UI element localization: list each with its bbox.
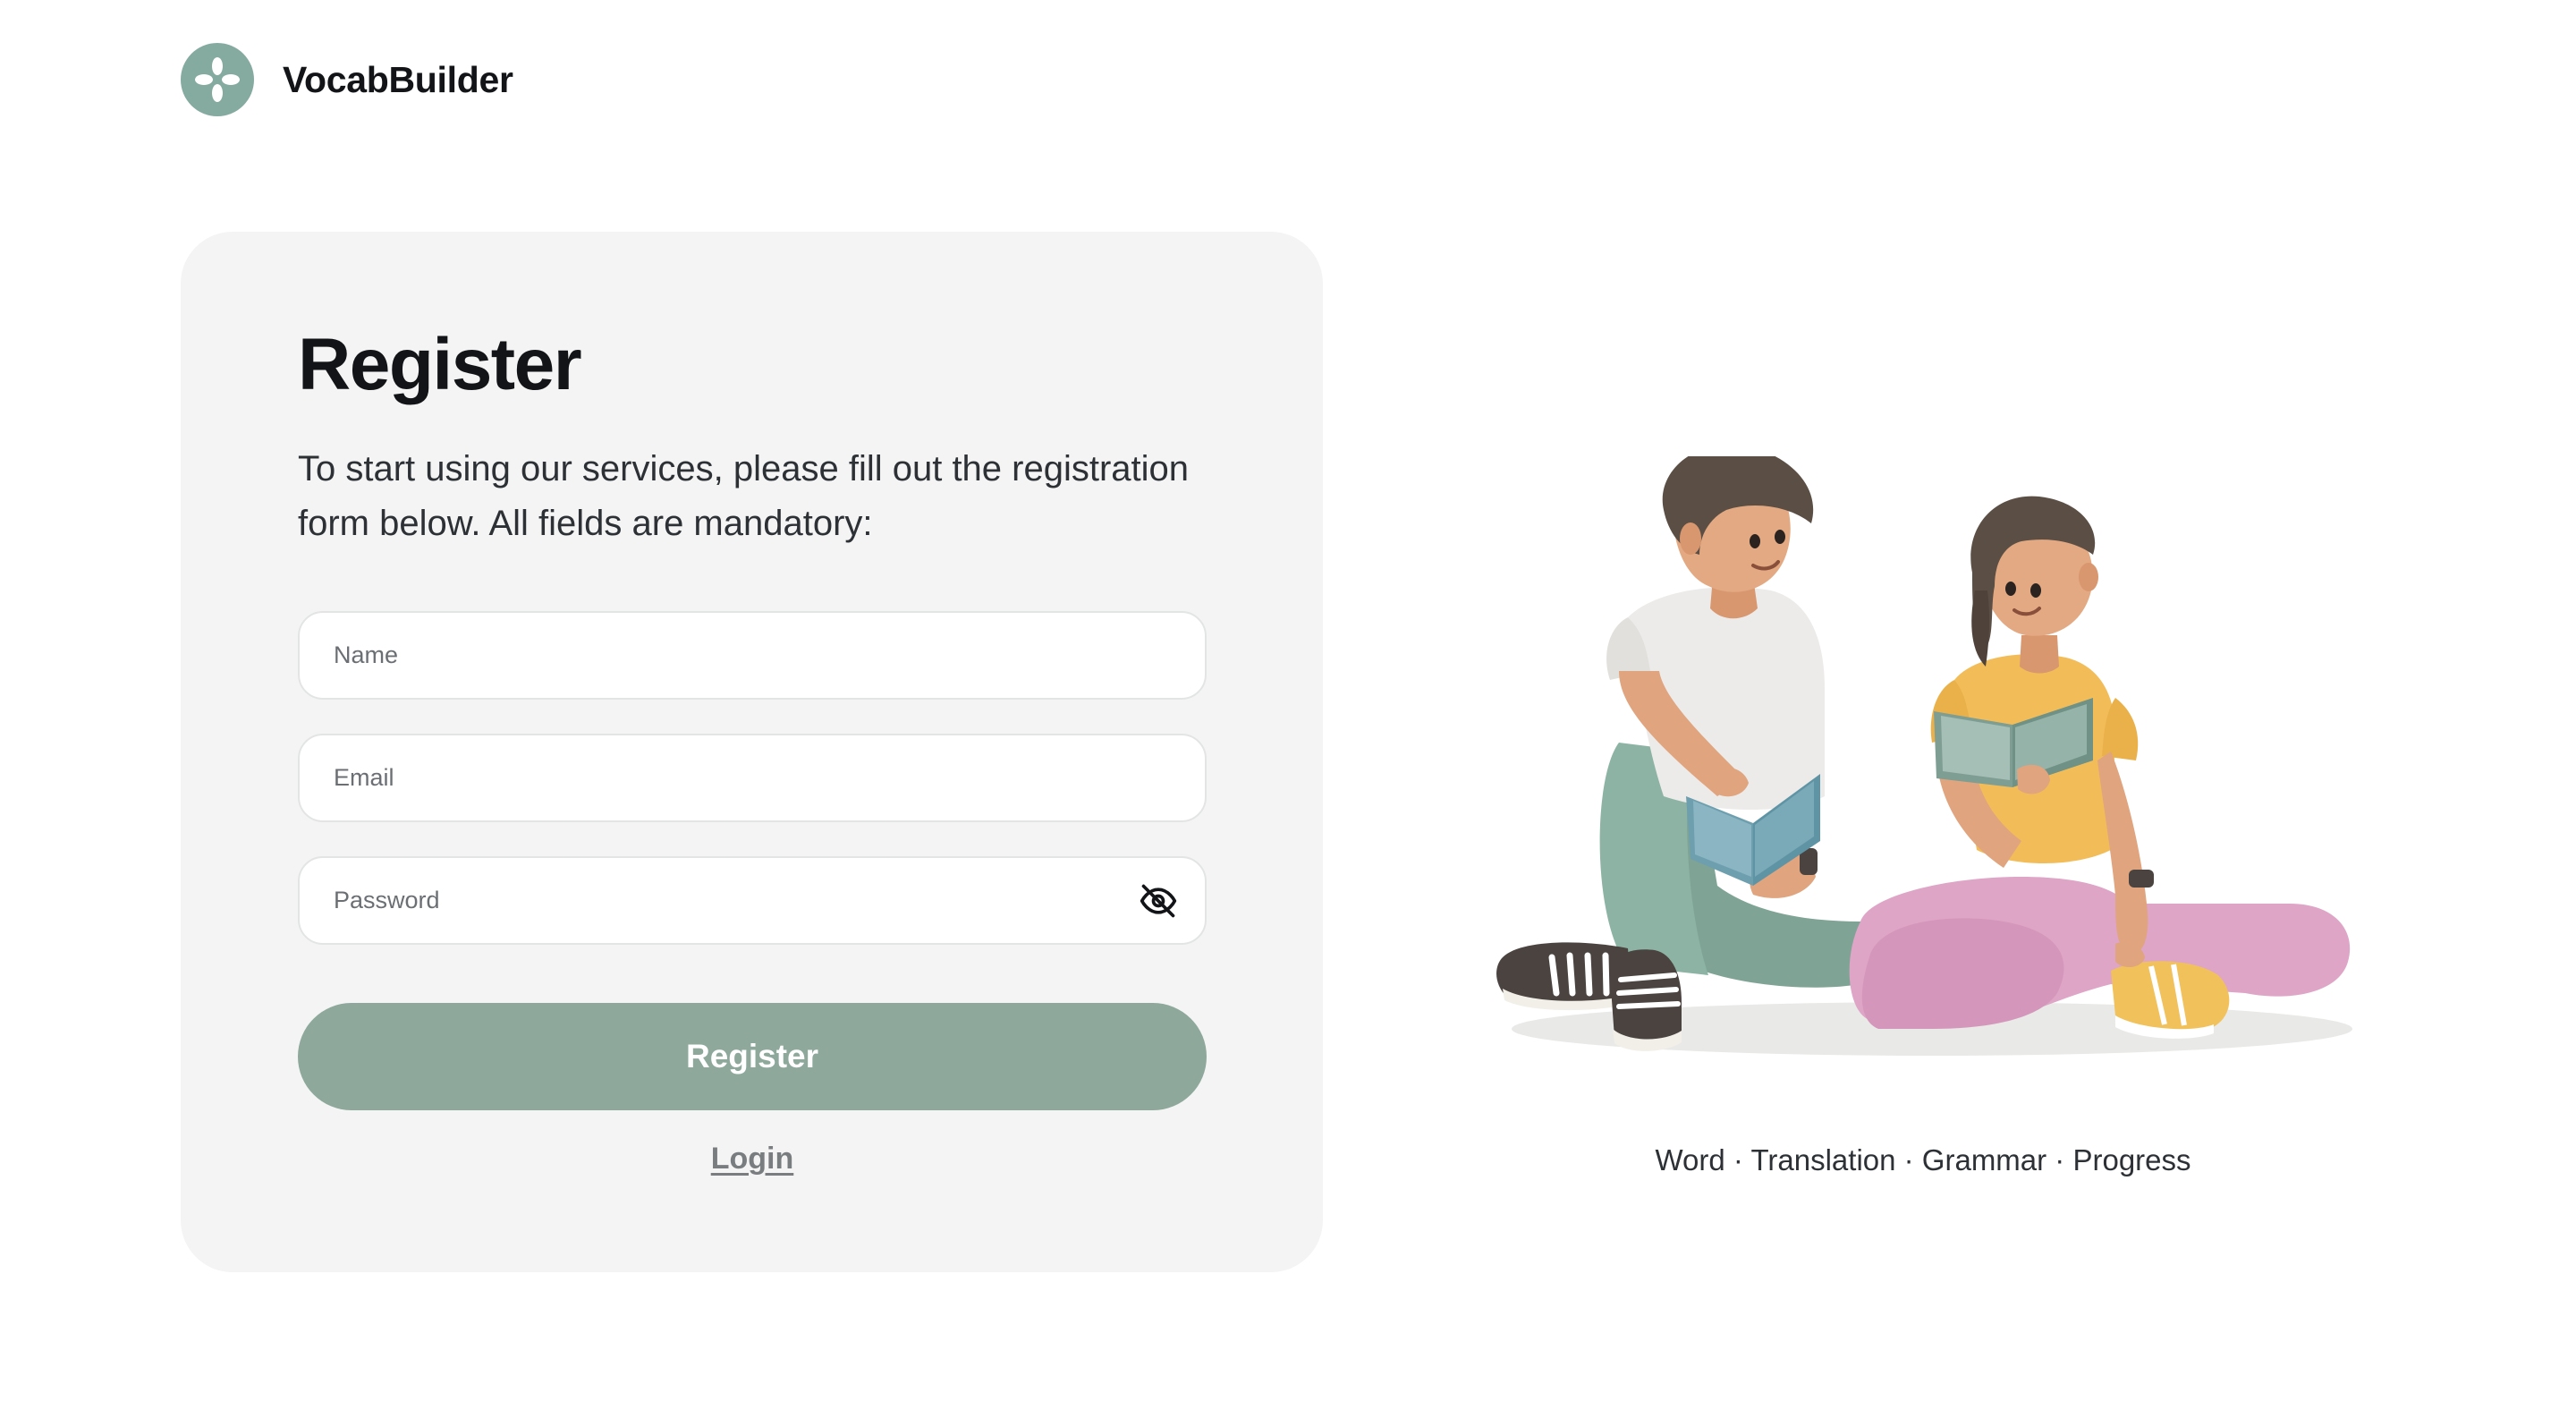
email-input[interactable] <box>300 735 1205 820</box>
name-field <box>298 611 1207 700</box>
brand[interactable]: VocabBuilder <box>181 43 513 116</box>
name-input[interactable] <box>300 613 1205 698</box>
page-title: Register <box>298 324 582 405</box>
password-field <box>298 856 1207 945</box>
eye-off-icon[interactable] <box>1137 879 1180 922</box>
tagline: Word · Translation · Grammar · Progress <box>1655 1143 2191 1176</box>
form-description: To start using our services, please fill… <box>298 449 1190 543</box>
four-petal-flower-icon <box>181 43 254 116</box>
register-button[interactable]: Register <box>298 1003 1207 1110</box>
brand-name: VocabBuilder <box>283 58 513 100</box>
password-input[interactable] <box>300 858 1205 943</box>
register-card: Register To start using our services, pl… <box>181 232 1323 1272</box>
login-link[interactable]: Login <box>298 1142 1207 1176</box>
email-field <box>298 734 1207 822</box>
reading-people-illustration <box>1485 444 2361 1083</box>
